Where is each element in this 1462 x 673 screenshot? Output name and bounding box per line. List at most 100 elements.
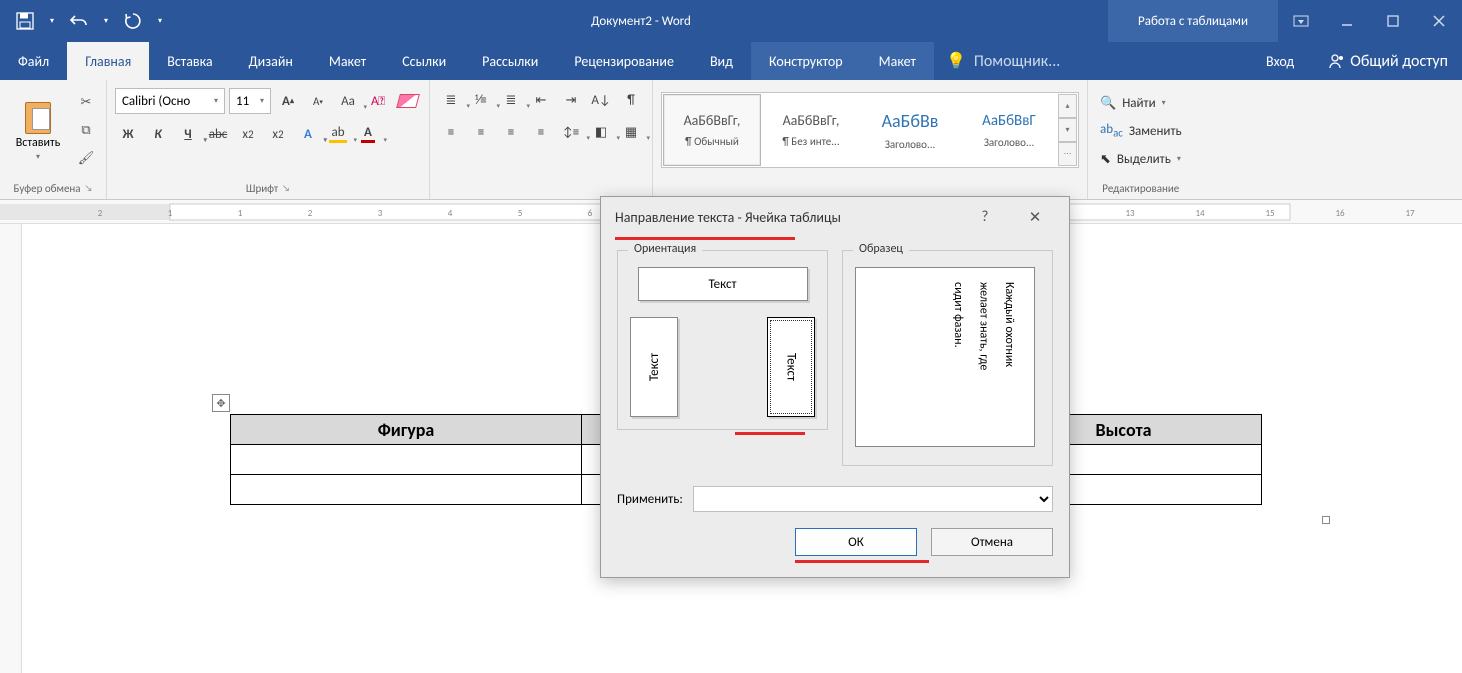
tab-layout[interactable]: Макет	[311, 42, 384, 80]
increase-indent-button[interactable]: ⇥	[558, 88, 584, 112]
tell-me-box[interactable]: 💡 Помощник...	[934, 42, 1248, 80]
qat-dropdown-icon[interactable]: ▾	[46, 16, 58, 26]
dialog-launcher-icon[interactable]: ↘	[282, 183, 290, 194]
table-header-figure[interactable]: Фигура	[231, 415, 582, 445]
bold-button[interactable]: Ж	[115, 122, 141, 146]
table-resize-handle-icon[interactable]	[1322, 516, 1330, 524]
font-color-button[interactable]: A▾	[355, 122, 381, 146]
grow-font-button[interactable]: A▴	[275, 89, 301, 113]
chevron-down-icon: ▾	[36, 152, 40, 162]
tab-review[interactable]: Рецензирование	[556, 42, 692, 80]
tab-references[interactable]: Ссылки	[384, 42, 464, 80]
subscript-button[interactable]: x2	[235, 122, 261, 146]
strikethrough-button[interactable]: abc	[205, 122, 231, 146]
undo-button[interactable]	[62, 4, 96, 38]
style-heading1[interactable]: АаБбВв Заголово...	[861, 94, 959, 166]
table-tools-title: Работа с таблицами	[1108, 0, 1278, 42]
dialog-launcher-icon[interactable]: ↘	[85, 183, 93, 194]
qat-customize-icon[interactable]: ▾	[154, 16, 166, 26]
align-right-button[interactable]: ≡	[498, 120, 524, 144]
format-painter-button[interactable]: 🖌	[74, 147, 98, 169]
svg-text:2: 2	[98, 208, 103, 219]
signin-button[interactable]: Вход	[1248, 42, 1312, 80]
svg-text:1: 1	[238, 208, 243, 219]
style-normal[interactable]: АаБбВвГг, ¶ Обычный	[663, 94, 761, 166]
orientation-vertical-down[interactable]: Текст	[767, 317, 815, 417]
underline-button[interactable]: Ч▾	[175, 122, 201, 146]
find-button[interactable]: 🔍Найти ▾	[1096, 91, 1186, 115]
bullets-button[interactable]: ≣▾	[438, 88, 464, 112]
orientation-vertical-up[interactable]: Текст	[630, 317, 678, 417]
style-no-spacing[interactable]: АаБбВвГг, ¶ Без инте...	[762, 94, 860, 166]
select-button[interactable]: ⬉Выделить ▾	[1096, 147, 1186, 171]
orientation-horizontal[interactable]: Текст	[638, 267, 808, 301]
svg-text:16: 16	[1335, 208, 1345, 219]
style-heading2[interactable]: АаБбВвГ Заголово...	[960, 94, 1058, 166]
ok-button[interactable]: ОК	[795, 528, 917, 556]
tab-table-layout[interactable]: Макет	[861, 42, 934, 80]
help-button[interactable]: ?	[965, 197, 1005, 237]
tab-home[interactable]: Главная	[67, 42, 149, 80]
decrease-indent-button[interactable]: ⇤	[528, 88, 554, 112]
apply-to-select[interactable]	[693, 486, 1053, 512]
cut-button[interactable]: ✂	[74, 91, 98, 113]
highlight-button[interactable]: ab▾	[325, 122, 351, 146]
annotation-underline	[795, 560, 929, 563]
shading-button[interactable]: ◧▾	[588, 120, 614, 144]
text-direction-dialog: Направление текста - Ячейка таблицы ? ✕ …	[600, 196, 1070, 578]
dialog-titlebar[interactable]: Направление текста - Ячейка таблицы ? ✕	[601, 197, 1069, 237]
show-marks-button[interactable]: ¶	[618, 88, 644, 112]
tell-me-placeholder: Помощник...	[974, 52, 1060, 71]
shrink-font-button[interactable]: A▾	[305, 89, 331, 113]
vertical-ruler[interactable]	[0, 224, 22, 673]
numbering-button[interactable]: ⅟≡▾	[468, 88, 494, 112]
font-size-combo[interactable]: 11▾	[229, 88, 271, 114]
close-button[interactable]	[1416, 0, 1462, 42]
ribbon: Вставить ▾ ✂ ⧉ 🖌 Буфер обмена ↘ Calibri …	[0, 80, 1462, 200]
tab-mailings[interactable]: Рассылки	[464, 42, 556, 80]
sort-button[interactable]: A↓	[588, 88, 614, 112]
table-cell[interactable]	[231, 475, 582, 505]
maximize-button[interactable]	[1370, 0, 1416, 42]
italic-button[interactable]: К	[145, 122, 171, 146]
justify-button[interactable]: ≡	[528, 120, 554, 144]
ribbon-display-options-icon[interactable]	[1278, 0, 1324, 42]
svg-text:5: 5	[518, 208, 523, 219]
quick-access-toolbar: ▾ ▾ ▾	[0, 4, 174, 38]
tab-design[interactable]: Дизайн	[231, 42, 311, 80]
save-button[interactable]	[8, 4, 42, 38]
share-button[interactable]: Общий доступ	[1312, 42, 1462, 80]
dialog-title-text: Направление текста - Ячейка таблицы	[615, 209, 955, 226]
style-gallery[interactable]: АаБбВвГг, ¶ Обычный АаБбВвГг, ¶ Без инте…	[661, 92, 1079, 168]
repeat-button[interactable]	[116, 4, 150, 38]
close-button[interactable]: ✕	[1015, 197, 1055, 237]
clear-formatting-button[interactable]: A⃓	[365, 89, 391, 113]
cancel-button[interactable]: Отмена	[931, 528, 1053, 556]
undo-dropdown-icon[interactable]: ▾	[100, 16, 112, 26]
tab-file[interactable]: Файл	[0, 42, 67, 80]
style-gallery-scroll[interactable]: ▴▾⋯	[1059, 94, 1077, 166]
apply-to-label: Применить:	[617, 492, 683, 507]
cursor-icon: ⬉	[1100, 152, 1111, 167]
format-painter-icon[interactable]	[395, 89, 421, 113]
copy-button[interactable]: ⧉	[74, 119, 98, 141]
sample-fieldset: Образец сидит фазан. желает знать, где К…	[842, 250, 1053, 466]
change-case-button[interactable]: Aa▾	[335, 89, 361, 113]
minimize-button[interactable]	[1324, 0, 1370, 42]
table-cell[interactable]	[231, 445, 582, 475]
tab-table-design[interactable]: Конструктор	[751, 42, 861, 80]
text-effects-button[interactable]: A▾	[295, 122, 321, 146]
replace-button[interactable]: abacЗаменить	[1096, 119, 1186, 143]
align-left-button[interactable]: ≡	[438, 120, 464, 144]
font-name-combo[interactable]: Calibri (Осно▾	[115, 88, 225, 114]
paste-button[interactable]: Вставить ▾	[8, 90, 68, 170]
table-move-handle-icon[interactable]: ✥	[212, 394, 230, 412]
align-center-button[interactable]: ≡	[468, 120, 494, 144]
sample-preview: сидит фазан. желает знать, где Каждый ох…	[855, 267, 1035, 447]
line-spacing-button[interactable]: ↕≡▾	[558, 120, 584, 144]
tab-view[interactable]: Вид	[692, 42, 751, 80]
tab-insert[interactable]: Вставка	[149, 42, 230, 80]
borders-button[interactable]: ▦▾	[618, 120, 644, 144]
superscript-button[interactable]: x2	[265, 122, 291, 146]
multilevel-list-button[interactable]: ≣▾	[498, 88, 524, 112]
